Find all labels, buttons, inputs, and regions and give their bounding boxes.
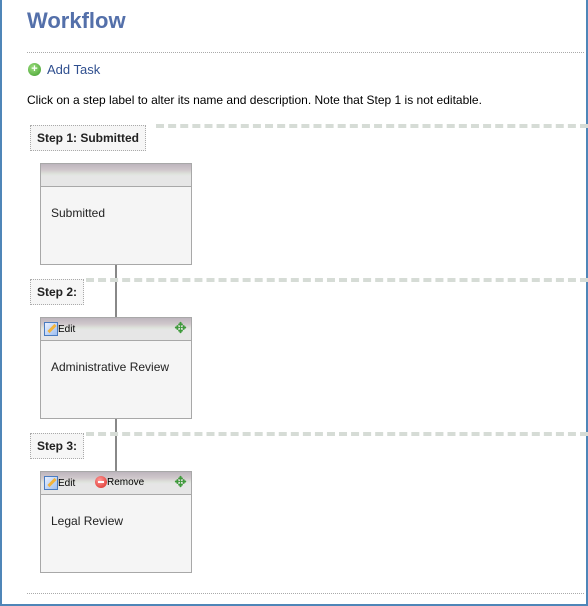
step-divider <box>86 432 588 436</box>
connector-line <box>115 265 117 317</box>
connector-line <box>115 419 117 471</box>
edit-label: Edit <box>58 323 76 335</box>
step-divider <box>156 124 588 128</box>
remove-icon <box>95 476 107 488</box>
task-card: Edit ✥ Administrative Review <box>40 317 192 419</box>
task-card: Submitted <box>40 163 192 265</box>
task-card-header: Edit ✥ <box>41 318 191 341</box>
step-label: Step 1: Submitted <box>30 125 147 151</box>
add-task-label: Add Task <box>47 62 101 77</box>
task-card: Edit Remove ✥ Legal Review <box>40 471 192 573</box>
remove-label: Remove <box>107 476 145 488</box>
task-name: Legal Review <box>51 514 124 528</box>
task-name: Administrative Review <box>51 360 170 374</box>
step-label[interactable]: Step 3: <box>30 433 85 459</box>
page-title: Workflow <box>27 8 126 33</box>
remove-button[interactable]: Remove <box>95 476 144 488</box>
move-icon[interactable]: ✥ <box>173 475 188 490</box>
task-card-header: Edit Remove ✥ <box>41 472 191 495</box>
pencil-icon <box>44 322 58 336</box>
step-divider <box>86 278 588 282</box>
add-icon: + <box>28 63 41 76</box>
edit-button[interactable]: Edit <box>44 322 75 336</box>
add-task-button[interactable]: + Add Task <box>28 62 100 77</box>
pencil-icon <box>44 476 58 490</box>
step-label[interactable]: Step 2: <box>30 279 85 305</box>
title-divider <box>27 52 584 53</box>
edit-label: Edit <box>58 477 76 489</box>
instructions-text: Click on a step label to alter its name … <box>27 93 482 107</box>
move-icon[interactable]: ✥ <box>173 321 188 336</box>
edit-button[interactable]: Edit <box>44 476 75 490</box>
task-card-header <box>41 164 191 187</box>
bottom-divider <box>27 593 584 594</box>
task-name: Submitted <box>51 206 106 220</box>
